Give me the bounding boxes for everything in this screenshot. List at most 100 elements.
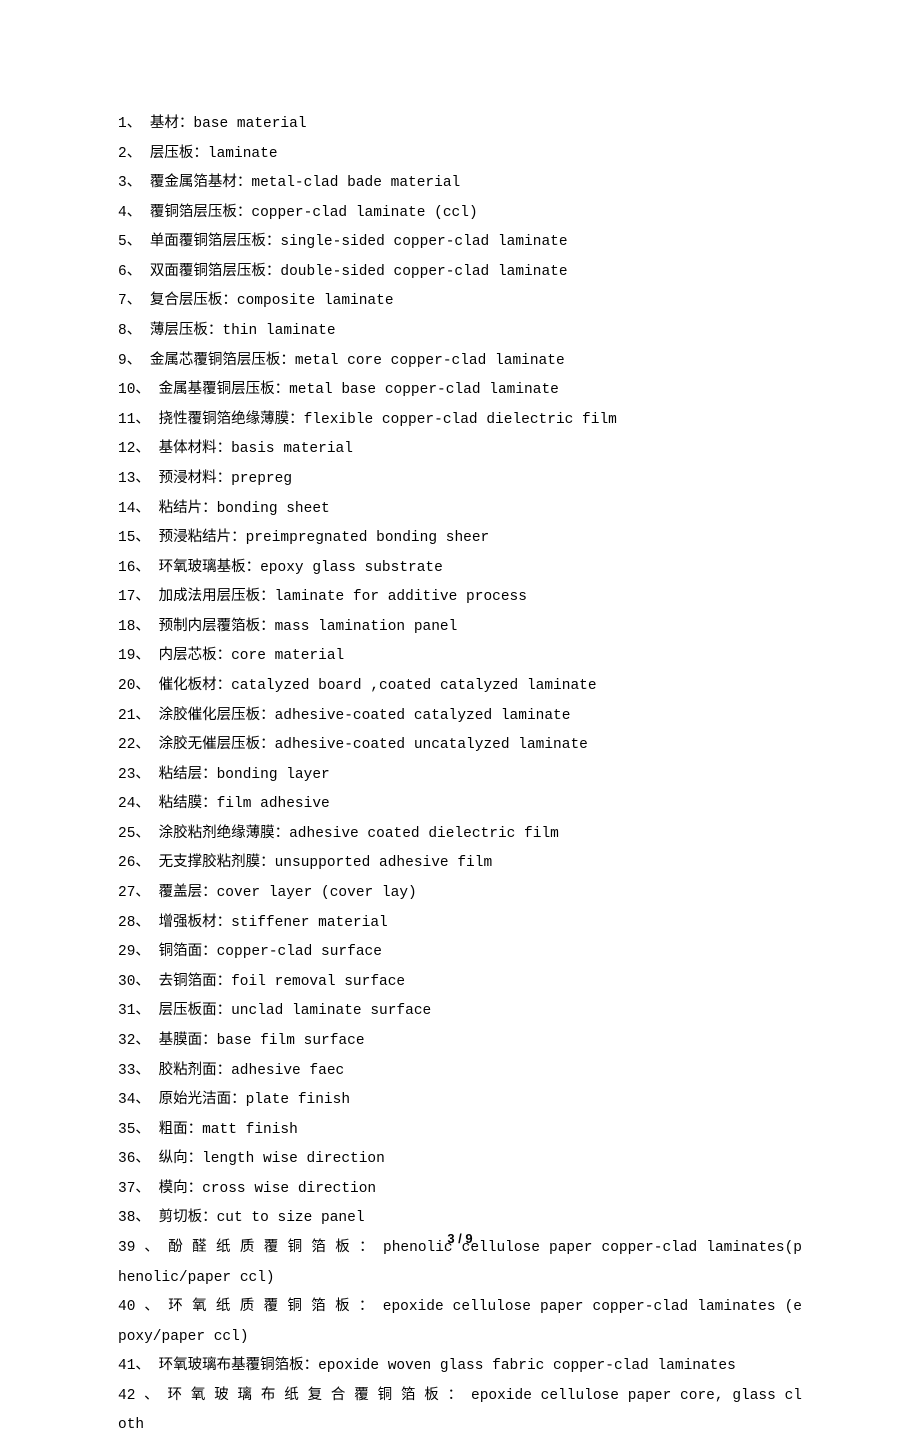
entry-chinese: 金属芯覆铜箔层压板：: [150, 353, 295, 369]
entry-number: 8、: [118, 323, 150, 339]
entry-english: unsupported adhesive film: [275, 855, 493, 871]
entry-english: metal base copper-clad laminate: [289, 382, 559, 398]
entry-chinese: 环 氧 玻 璃 布 纸 复 合 覆 铜 箔 板 ：: [168, 1388, 463, 1404]
entry-english: matt finish: [202, 1122, 298, 1138]
entry-number: 2、: [118, 146, 150, 162]
entry-number: 24、: [118, 796, 159, 812]
entry-chinese: 环氧玻璃基板：: [159, 560, 261, 576]
entry-number: 6、: [118, 264, 150, 280]
entry-english: foil removal surface: [231, 974, 405, 990]
entry-chinese: 涂胶粘剂绝缘薄膜：: [159, 826, 290, 842]
list-item: 41、 环氧玻璃布基覆铜箔板：epoxide woven glass fabri…: [118, 1352, 802, 1382]
entry-chinese: 基体材料：: [159, 441, 232, 457]
entry-number: 26、: [118, 855, 159, 871]
entry-english: stiffener material: [231, 915, 388, 931]
entry-english: adhesive-coated catalyzed laminate: [275, 708, 571, 724]
entry-chinese: 覆铜箔层压板：: [150, 205, 252, 221]
entry-english: bonding layer: [217, 767, 330, 783]
entry-chinese: 胶粘剂面：: [159, 1063, 232, 1079]
entry-number: 10、: [118, 382, 159, 398]
entry-number: 21、: [118, 708, 159, 724]
entry-chinese: 单面覆铜箔层压板：: [150, 234, 281, 250]
entry-number: 5、: [118, 234, 150, 250]
entry-english: plate finish: [246, 1092, 350, 1108]
list-item: 25、 涂胶粘剂绝缘薄膜：adhesive coated dielectric …: [118, 820, 802, 850]
entry-chinese: 粘结片：: [159, 501, 217, 517]
list-item: 20、 催化板材：catalyzed board ,coated catalyz…: [118, 672, 802, 702]
list-item: 27、 覆盖层：cover layer (cover lay): [118, 879, 802, 909]
list-item: 10、 金属基覆铜层压板：metal base copper-clad lami…: [118, 376, 802, 406]
list-item: 8、 薄层压板：thin laminate: [118, 317, 802, 347]
entry-english: base film surface: [217, 1033, 365, 1049]
entry-chinese: 无支撑胶粘剂膜：: [159, 855, 275, 871]
entry-chinese: 层压板：: [150, 146, 208, 162]
entry-number: 13、: [118, 471, 159, 487]
entry-number: 20、: [118, 678, 159, 694]
entry-chinese: 增强板材：: [159, 915, 232, 931]
list-item: 21、 涂胶催化层压板：adhesive-coated catalyzed la…: [118, 702, 802, 732]
entry-number: 4、: [118, 205, 150, 221]
list-item: 9、 金属芯覆铜箔层压板：metal core copper-clad lami…: [118, 347, 802, 377]
list-item: 23、 粘结层：bonding layer: [118, 761, 802, 791]
entry-number: 34、: [118, 1092, 159, 1108]
entry-chinese: 预制内层覆箔板：: [159, 619, 275, 635]
list-item: 30、 去铜箔面：foil removal surface: [118, 968, 802, 998]
entry-number: 23、: [118, 767, 159, 783]
list-item: 14、 粘结片：bonding sheet: [118, 495, 802, 525]
entry-number: 27、: [118, 885, 159, 901]
entry-english: copper-clad surface: [217, 944, 382, 960]
entry-english: base material: [193, 116, 306, 132]
entry-english: double-sided copper-clad laminate: [280, 264, 567, 280]
entry-english: cover layer (cover lay): [217, 885, 417, 901]
list-item: 33、 胶粘剂面：adhesive faec: [118, 1057, 802, 1087]
entry-number: 1、: [118, 116, 150, 132]
list-item: 2、 层压板：laminate: [118, 140, 802, 170]
entry-chinese: 金属基覆铜层压板：: [159, 382, 290, 398]
list-item: 12、 基体材料：basis material: [118, 435, 802, 465]
entry-chinese: 预浸粘结片：: [159, 530, 246, 546]
entry-chinese: 催化板材：: [159, 678, 232, 694]
entry-number: 7、: [118, 293, 150, 309]
entry-chinese: 层压板面：: [159, 1003, 232, 1019]
entry-chinese: 挠性覆铜箔绝缘薄膜：: [159, 412, 304, 428]
entry-chinese: 预浸材料：: [159, 471, 232, 487]
entry-chinese: 内层芯板：: [159, 648, 232, 664]
entry-chinese: 基膜面：: [159, 1033, 217, 1049]
entry-chinese: 原始光洁面：: [159, 1092, 246, 1108]
list-item: 38、 剪切板：cut to size panel: [118, 1204, 802, 1234]
entry-number: 42 、: [118, 1388, 168, 1404]
entry-number: 16、: [118, 560, 159, 576]
list-item: 18、 预制内层覆箔板：mass lamination panel: [118, 613, 802, 643]
entry-english: copper-clad laminate (ccl): [251, 205, 477, 221]
entry-chinese: 环氧玻璃布基覆铜箔板：: [159, 1358, 319, 1374]
entry-number: 35、: [118, 1122, 159, 1138]
entry-chinese: 覆金属箔基材：: [150, 175, 252, 191]
entry-english: catalyzed board ,coated catalyzed lamina…: [231, 678, 596, 694]
entry-english: cut to size panel: [217, 1210, 365, 1226]
entry-chinese: 基材：: [150, 116, 194, 132]
entry-english: epoxy glass substrate: [260, 560, 443, 576]
list-item: 34、 原始光洁面：plate finish: [118, 1086, 802, 1116]
list-item: 22、 涂胶无催层压板：adhesive-coated uncatalyzed …: [118, 731, 802, 761]
list-item: 35、 粗面：matt finish: [118, 1116, 802, 1146]
entry-english: core material: [231, 648, 344, 664]
list-item: 32、 基膜面：base film surface: [118, 1027, 802, 1057]
entry-english: laminate for additive process: [275, 589, 527, 605]
list-item: 11、 挠性覆铜箔绝缘薄膜：flexible copper-clad diele…: [118, 406, 802, 436]
entry-english: metal core copper-clad laminate: [295, 353, 565, 369]
entry-number: 19、: [118, 648, 159, 664]
list-item: 26、 无支撑胶粘剂膜：unsupported adhesive film: [118, 849, 802, 879]
entry-english: flexible copper-clad dielectric film: [304, 412, 617, 428]
entry-number: 37、: [118, 1181, 159, 1197]
entry-english: epoxide woven glass fabric copper-clad l…: [318, 1358, 736, 1374]
list-item: 16、 环氧玻璃基板：epoxy glass substrate: [118, 554, 802, 584]
entry-english: metal-clad bade material: [251, 175, 460, 191]
list-item: 13、 预浸材料：prepreg: [118, 465, 802, 495]
entry-chinese: 加成法用层压板：: [159, 589, 275, 605]
entry-number: 32、: [118, 1033, 159, 1049]
entry-number: 36、: [118, 1151, 159, 1167]
entry-english: unclad laminate surface: [231, 1003, 431, 1019]
entry-english: adhesive faec: [231, 1063, 344, 1079]
list-item: 31、 层压板面：unclad laminate surface: [118, 997, 802, 1027]
entry-chinese: 纵向：: [159, 1151, 203, 1167]
